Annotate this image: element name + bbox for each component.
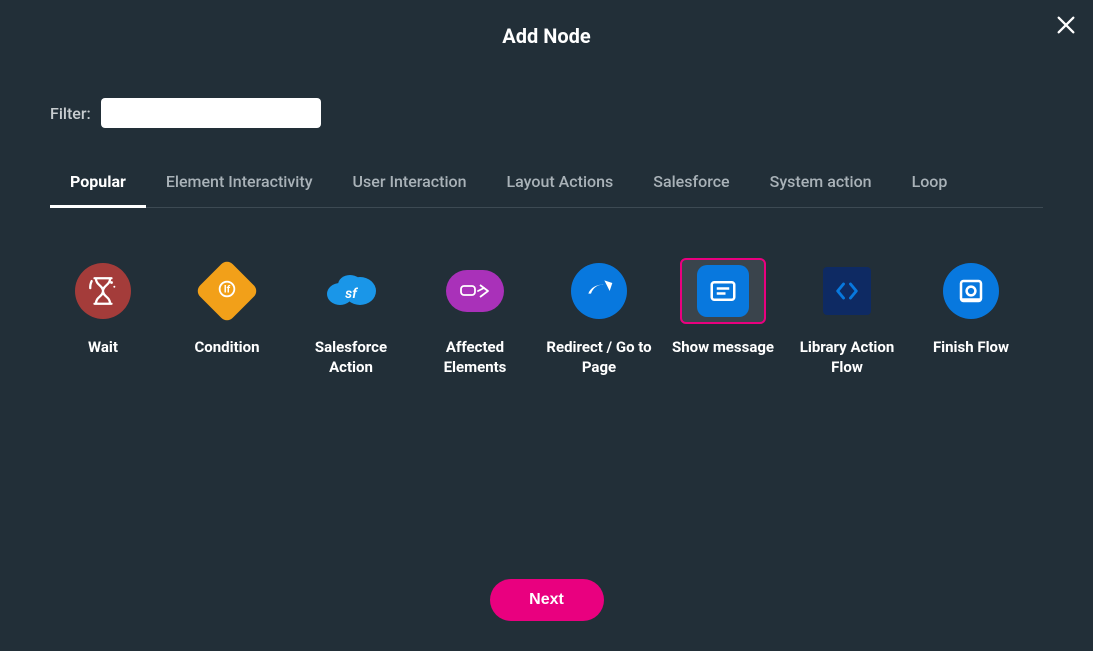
node-icon-wrap: sf	[308, 258, 394, 324]
filter-row: Filter:	[50, 98, 1093, 128]
node-icon-wrap	[928, 258, 1014, 324]
node-icon-wrap	[60, 258, 146, 324]
add-node-modal: Add Node Filter: Popular Element Interac…	[0, 0, 1093, 651]
node-condition[interactable]: If Condition	[174, 258, 280, 377]
node-label: Wait	[88, 338, 118, 358]
node-label: Condition	[194, 338, 259, 358]
next-button[interactable]: Next	[490, 579, 604, 621]
node-label: Finish Flow	[933, 338, 1009, 358]
message-icon	[697, 265, 749, 317]
filter-label: Filter:	[50, 104, 91, 123]
tab-layout-actions[interactable]: Layout Actions	[487, 162, 634, 207]
node-icon-wrap	[804, 258, 890, 324]
tab-popular[interactable]: Popular	[50, 162, 146, 208]
close-icon	[1055, 14, 1077, 36]
tab-user-interaction[interactable]: User Interaction	[333, 162, 487, 207]
node-salesforce-action[interactable]: sf Salesforce Action	[298, 258, 404, 377]
nodes-grid: Wait If Condition sf	[50, 258, 1093, 377]
node-label: Salesforce Action	[298, 338, 404, 377]
tabs: Popular Element Interactivity User Inter…	[50, 162, 1043, 208]
wait-icon	[75, 263, 131, 319]
node-icon-wrap: If	[184, 258, 270, 324]
tab-element-interactivity[interactable]: Element Interactivity	[146, 162, 333, 207]
node-label: Redirect / Go to Page	[546, 338, 652, 377]
affected-elements-icon	[446, 270, 504, 312]
tab-salesforce[interactable]: Salesforce	[633, 162, 749, 207]
node-show-message[interactable]: Show message	[670, 258, 776, 377]
salesforce-icon: sf	[322, 268, 380, 314]
node-icon-wrap	[432, 258, 518, 324]
tab-loop[interactable]: Loop	[892, 162, 968, 207]
node-library-action-flow[interactable]: Library Action Flow	[794, 258, 900, 377]
svg-text:sf: sf	[345, 286, 358, 302]
filter-input[interactable]	[101, 98, 321, 128]
condition-icon: If	[194, 258, 259, 323]
close-button[interactable]	[1055, 14, 1079, 38]
node-label: Library Action Flow	[794, 338, 900, 377]
node-icon-wrap	[556, 258, 642, 324]
finish-flow-icon	[943, 263, 999, 319]
node-finish-flow[interactable]: Finish Flow	[918, 258, 1024, 377]
node-redirect[interactable]: Redirect / Go to Page	[546, 258, 652, 377]
node-affected-elements[interactable]: Affected Elements	[422, 258, 528, 377]
node-label: Affected Elements	[422, 338, 528, 377]
node-wait[interactable]: Wait	[50, 258, 156, 377]
modal-title: Add Node	[0, 0, 1093, 48]
node-icon-wrap	[680, 258, 766, 324]
tab-system-action[interactable]: System action	[750, 162, 892, 207]
redirect-icon	[571, 263, 627, 319]
node-label: Show message	[672, 338, 774, 358]
library-icon	[823, 267, 871, 315]
svg-text:If: If	[224, 285, 231, 296]
